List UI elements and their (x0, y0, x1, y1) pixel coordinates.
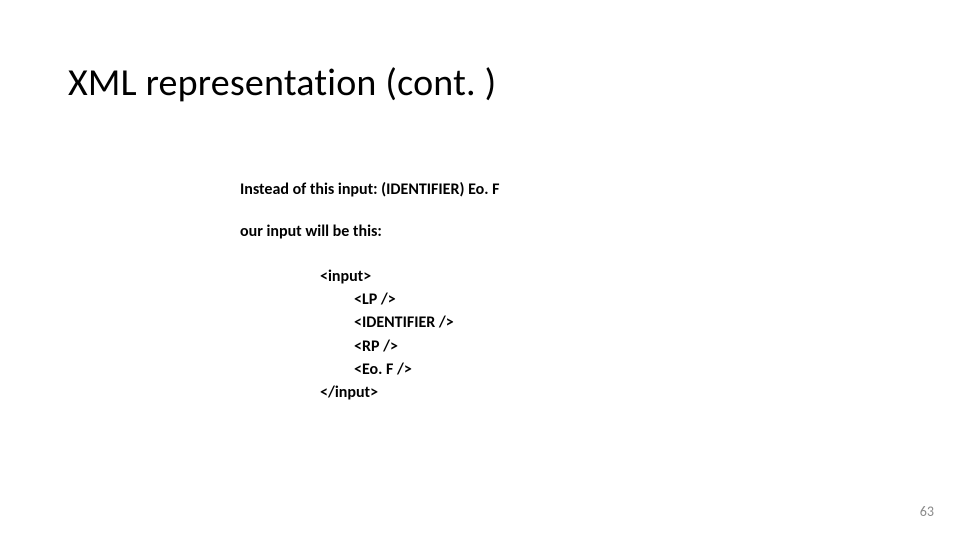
code-line: <LP /> (320, 288, 454, 311)
text-line-2: our input will be this: (240, 222, 382, 241)
code-line: <IDENTIFIER /> (320, 311, 454, 334)
code-line: <RP /> (320, 335, 454, 358)
code-line: <input> (320, 267, 371, 286)
slide: XML representation (cont. ) Instead of t… (0, 0, 960, 540)
text-line-1: Instead of this input: (IDENTIFIER) Eo. … (240, 180, 499, 199)
page-number: 63 (920, 503, 934, 520)
code-block: <input> <LP /> <IDENTIFIER /> <RP /> <Eo… (320, 265, 454, 404)
slide-title: XML representation (cont. ) (68, 60, 496, 106)
code-line: </input> (320, 383, 378, 402)
code-line: <Eo. F /> (320, 358, 454, 381)
